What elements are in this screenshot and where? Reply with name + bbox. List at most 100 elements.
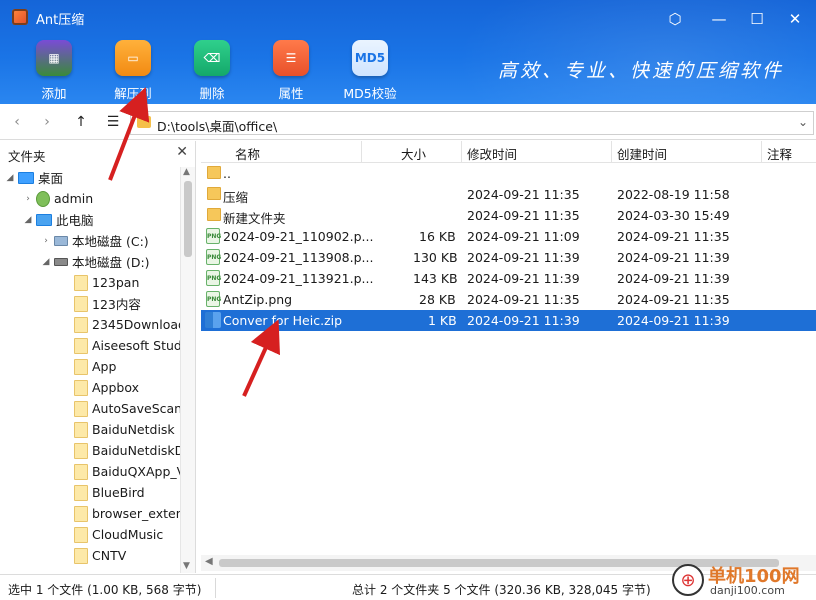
forward-button[interactable]: › (36, 111, 58, 133)
slogan-text: 高效、专业、快速的压缩软件 (498, 60, 785, 82)
tree-label: 桌面 (38, 171, 64, 186)
selection-status: 选中 1 个文件 (1.00 KB, 568 字节) (8, 583, 202, 597)
file-name: AntZip.png (223, 292, 293, 307)
file-created: 2024-09-21 11:39 (617, 313, 730, 328)
desktop-icon (18, 171, 34, 184)
delete-button[interactable]: ⌫ 删除 (180, 40, 244, 102)
scroll-left-icon[interactable]: ◀ (205, 556, 213, 567)
tree-item-folder[interactable]: 123pan (60, 272, 139, 293)
app-logo-icon (12, 9, 28, 25)
column-name[interactable]: 名称 (235, 144, 260, 163)
file-row[interactable]: 新建文件夹 2024-09-21 11:35 2024-03-30 15:49 (201, 205, 816, 226)
file-row[interactable]: 压缩 2024-09-21 11:35 2022-08-19 11:58 (201, 184, 816, 205)
minimize-button[interactable]: — (708, 8, 730, 30)
add-archive-icon: ▦ (36, 40, 72, 76)
chevron-down-icon[interactable]: ⌄ (798, 115, 808, 129)
path-text: D:\tools\桌面\office\ (157, 119, 278, 134)
tree-item-folder[interactable]: Aiseesoft Studi (60, 335, 180, 356)
folder-icon (74, 505, 88, 522)
file-row-selected[interactable]: Conver for Heic.zip 1 KB 2024-09-21 11:3… (201, 310, 816, 331)
scroll-down-icon[interactable]: ▼ (183, 561, 190, 571)
tree-item-admin[interactable]: › admin (22, 188, 93, 209)
folder-tree: ◢ 桌面 › admin ◢ 此电脑 › 本地磁盘 (C:) ◢ 本地磁盘 (D… (0, 167, 180, 573)
expand-arrow-icon[interactable]: › (40, 236, 52, 246)
file-row[interactable]: .. (201, 163, 816, 184)
close-panel-icon[interactable]: ✕ (176, 144, 188, 160)
delete-label: 删除 (199, 86, 225, 101)
collapse-arrow-icon[interactable]: ◢ (40, 257, 52, 267)
sliders-icon: ☰ (273, 40, 309, 76)
tree-item-folder[interactable]: CNTV (60, 545, 126, 566)
title-toolbar-area: Ant压缩 ⬡ — ☐ ✕ ▦ 添加 ▭ 解压到 ⌫ 删除 ☰ 属性 MD5 M… (0, 0, 816, 104)
path-input[interactable]: D:\tools\桌面\office\ ⌄ (130, 111, 814, 135)
file-list-panel: 名称 大小 修改时间 创建时间 注释 .. 压缩 2024-09-21 11:3… (201, 141, 816, 573)
tree-item-folder[interactable]: 123内容 (60, 293, 141, 314)
tree-item-drive-c[interactable]: › 本地磁盘 (C:) (40, 230, 148, 251)
folder-icon (74, 358, 88, 375)
tree-label: BaiduNetdiskD (92, 443, 180, 458)
file-modified: 2024-09-21 11:35 (467, 292, 580, 307)
file-row[interactable]: PNG 2024-09-21_110902.p... 16 KB 2024-09… (201, 226, 816, 247)
folder-icon (74, 463, 88, 480)
collapse-arrow-icon[interactable]: ◢ (4, 173, 16, 183)
tree-scrollbar[interactable]: ▲ ▼ (180, 167, 195, 573)
properties-button[interactable]: ☰ 属性 (259, 40, 323, 102)
file-row[interactable]: PNG 2024-09-21_113908.p... 130 KB 2024-0… (201, 247, 816, 268)
close-button[interactable]: ✕ (784, 8, 806, 30)
tree-item-folder[interactable]: BlueBird (60, 482, 145, 503)
tree-item-folder[interactable]: CloudMusic (60, 524, 163, 545)
file-modified: 2024-09-21 11:39 (467, 313, 580, 328)
file-row[interactable]: PNG AntZip.png 28 KB 2024-09-21 11:35 20… (201, 289, 816, 310)
add-label: 添加 (41, 86, 67, 101)
file-name: 2024-09-21_113921.p... (223, 271, 374, 286)
tree-item-folder[interactable]: App (60, 356, 116, 377)
column-comment[interactable]: 注释 (767, 144, 792, 163)
file-modified: 2024-09-21 11:09 (467, 229, 580, 244)
tree-label: browser_extens (92, 506, 180, 521)
file-modified: 2024-09-21 11:35 (467, 187, 580, 202)
tree-item-folder[interactable]: Appbox (60, 377, 139, 398)
watermark-line2: danji100.com (710, 584, 785, 597)
tree-label: CNTV (92, 548, 127, 563)
tree-item-folder[interactable]: BaiduNetdiskD (60, 440, 180, 461)
up-button[interactable]: ↑ (70, 111, 92, 133)
scroll-up-icon[interactable]: ▲ (183, 167, 190, 177)
tree-item-folder[interactable]: BaiduQXApp_V (60, 461, 180, 482)
column-size[interactable]: 大小 (401, 144, 426, 163)
file-created: 2024-09-21 11:35 (617, 292, 730, 307)
settings-icon[interactable]: ⬡ (664, 8, 686, 30)
total-status: 总计 2 个文件夹 5 个文件 (320.36 KB, 328,045 字节) (352, 583, 651, 597)
extract-label: 解压到 (114, 86, 152, 101)
add-button[interactable]: ▦ 添加 (22, 40, 86, 102)
column-modified[interactable]: 修改时间 (467, 144, 517, 163)
collapse-arrow-icon[interactable]: ◢ (22, 215, 34, 225)
tree-item-this-pc[interactable]: ◢ 此电脑 (22, 209, 94, 230)
tree-item-drive-d[interactable]: ◢ 本地磁盘 (D:) (40, 251, 150, 272)
file-modified: 2024-09-21 11:39 (467, 271, 580, 286)
png-file-icon: PNG (206, 270, 221, 286)
folder-icon (74, 295, 88, 312)
extract-to-button[interactable]: ▭ 解压到 (101, 40, 165, 102)
folder-icon (74, 421, 88, 438)
md5-label: MD5校验 (343, 86, 397, 101)
tree-item-desktop[interactable]: ◢ 桌面 (4, 167, 63, 188)
file-name: .. (223, 166, 231, 181)
tree-item-folder[interactable]: BaiduNetdisk (60, 419, 175, 440)
tree-item-folder[interactable]: 2345Download (60, 314, 180, 335)
scrollbar-thumb[interactable] (184, 181, 192, 257)
tree-item-folder[interactable]: browser_extens (60, 503, 180, 524)
drive-icon (54, 235, 68, 246)
drive-icon (54, 257, 68, 266)
tree-item-folder[interactable]: AutoSaveScan (60, 398, 180, 419)
file-size: 16 KB (419, 229, 456, 244)
expand-arrow-icon[interactable]: › (22, 194, 34, 204)
folder-icon (207, 187, 221, 200)
tree-label: App (92, 359, 117, 374)
column-created[interactable]: 创建时间 (617, 144, 667, 163)
md5-check-button[interactable]: MD5 MD5校验 (338, 40, 402, 102)
view-list-button[interactable]: ☰ (102, 111, 124, 133)
column-header: 名称 大小 修改时间 创建时间 注释 (201, 141, 816, 163)
back-button[interactable]: ‹ (6, 111, 28, 133)
file-row[interactable]: PNG 2024-09-21_113921.p... 143 KB 2024-0… (201, 268, 816, 289)
maximize-button[interactable]: ☐ (746, 8, 768, 30)
